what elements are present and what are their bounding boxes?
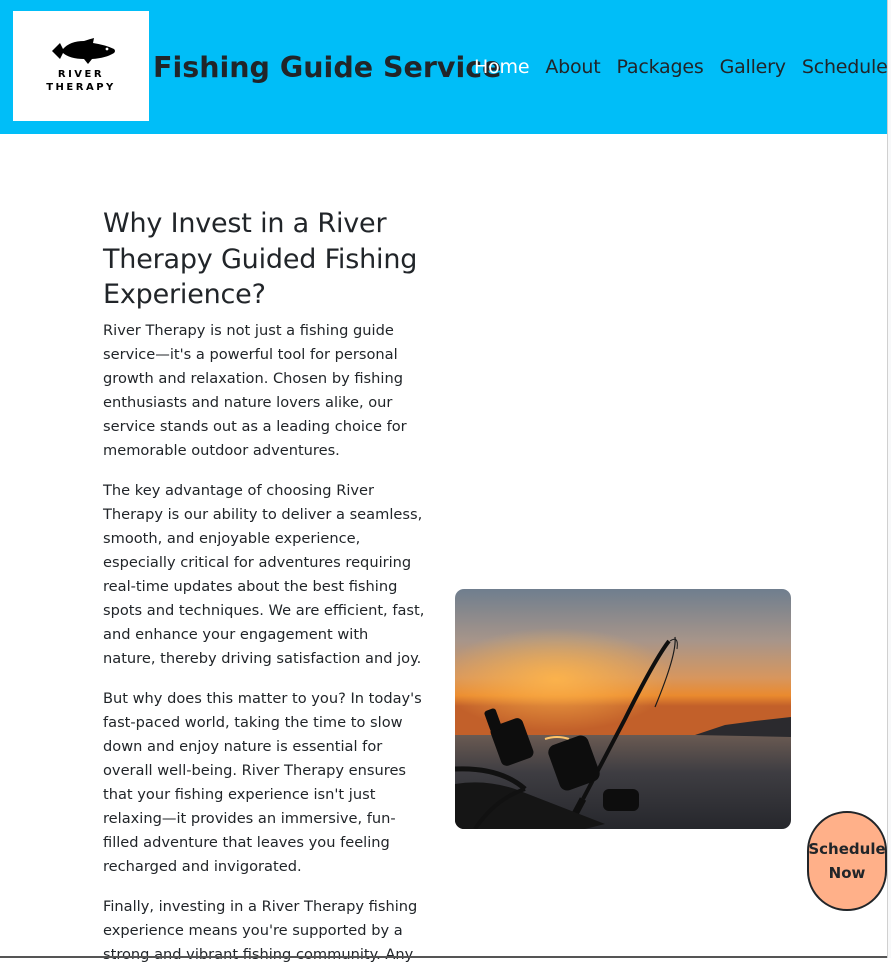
- paragraph-advantage: The key advantage of choosing River Ther…: [103, 482, 425, 667]
- main-nav: Home About Packages Gallery Schedule: [474, 54, 888, 80]
- site-title: Fishing Guide Service: [153, 51, 502, 84]
- paragraph-why: But why does this matter to you? In toda…: [103, 690, 422, 875]
- fishing-rod-sunset-image: [455, 589, 791, 829]
- scrollbar[interactable]: [887, 0, 891, 958]
- site-header: RIVER THERAPY Fishing Guide Service Home…: [0, 0, 888, 134]
- fish-icon: [52, 38, 115, 64]
- section-heading: Why Invest in a River Therapy Guided Fis…: [103, 208, 418, 310]
- schedule-now-button[interactable]: Schedule Now: [807, 811, 887, 911]
- logo[interactable]: RIVER THERAPY: [13, 11, 149, 121]
- nav-schedule[interactable]: Schedule: [802, 54, 888, 80]
- nav-about[interactable]: About: [545, 54, 600, 80]
- nav-home[interactable]: Home: [474, 54, 530, 80]
- nav-packages[interactable]: Packages: [617, 54, 704, 80]
- logo-text-line1: RIVER: [57, 69, 105, 80]
- nav-gallery[interactable]: Gallery: [720, 54, 786, 80]
- logo-text-line2: THERAPY: [46, 82, 116, 93]
- paragraph-intro: River Therapy is not just a fishing guid…: [103, 322, 407, 459]
